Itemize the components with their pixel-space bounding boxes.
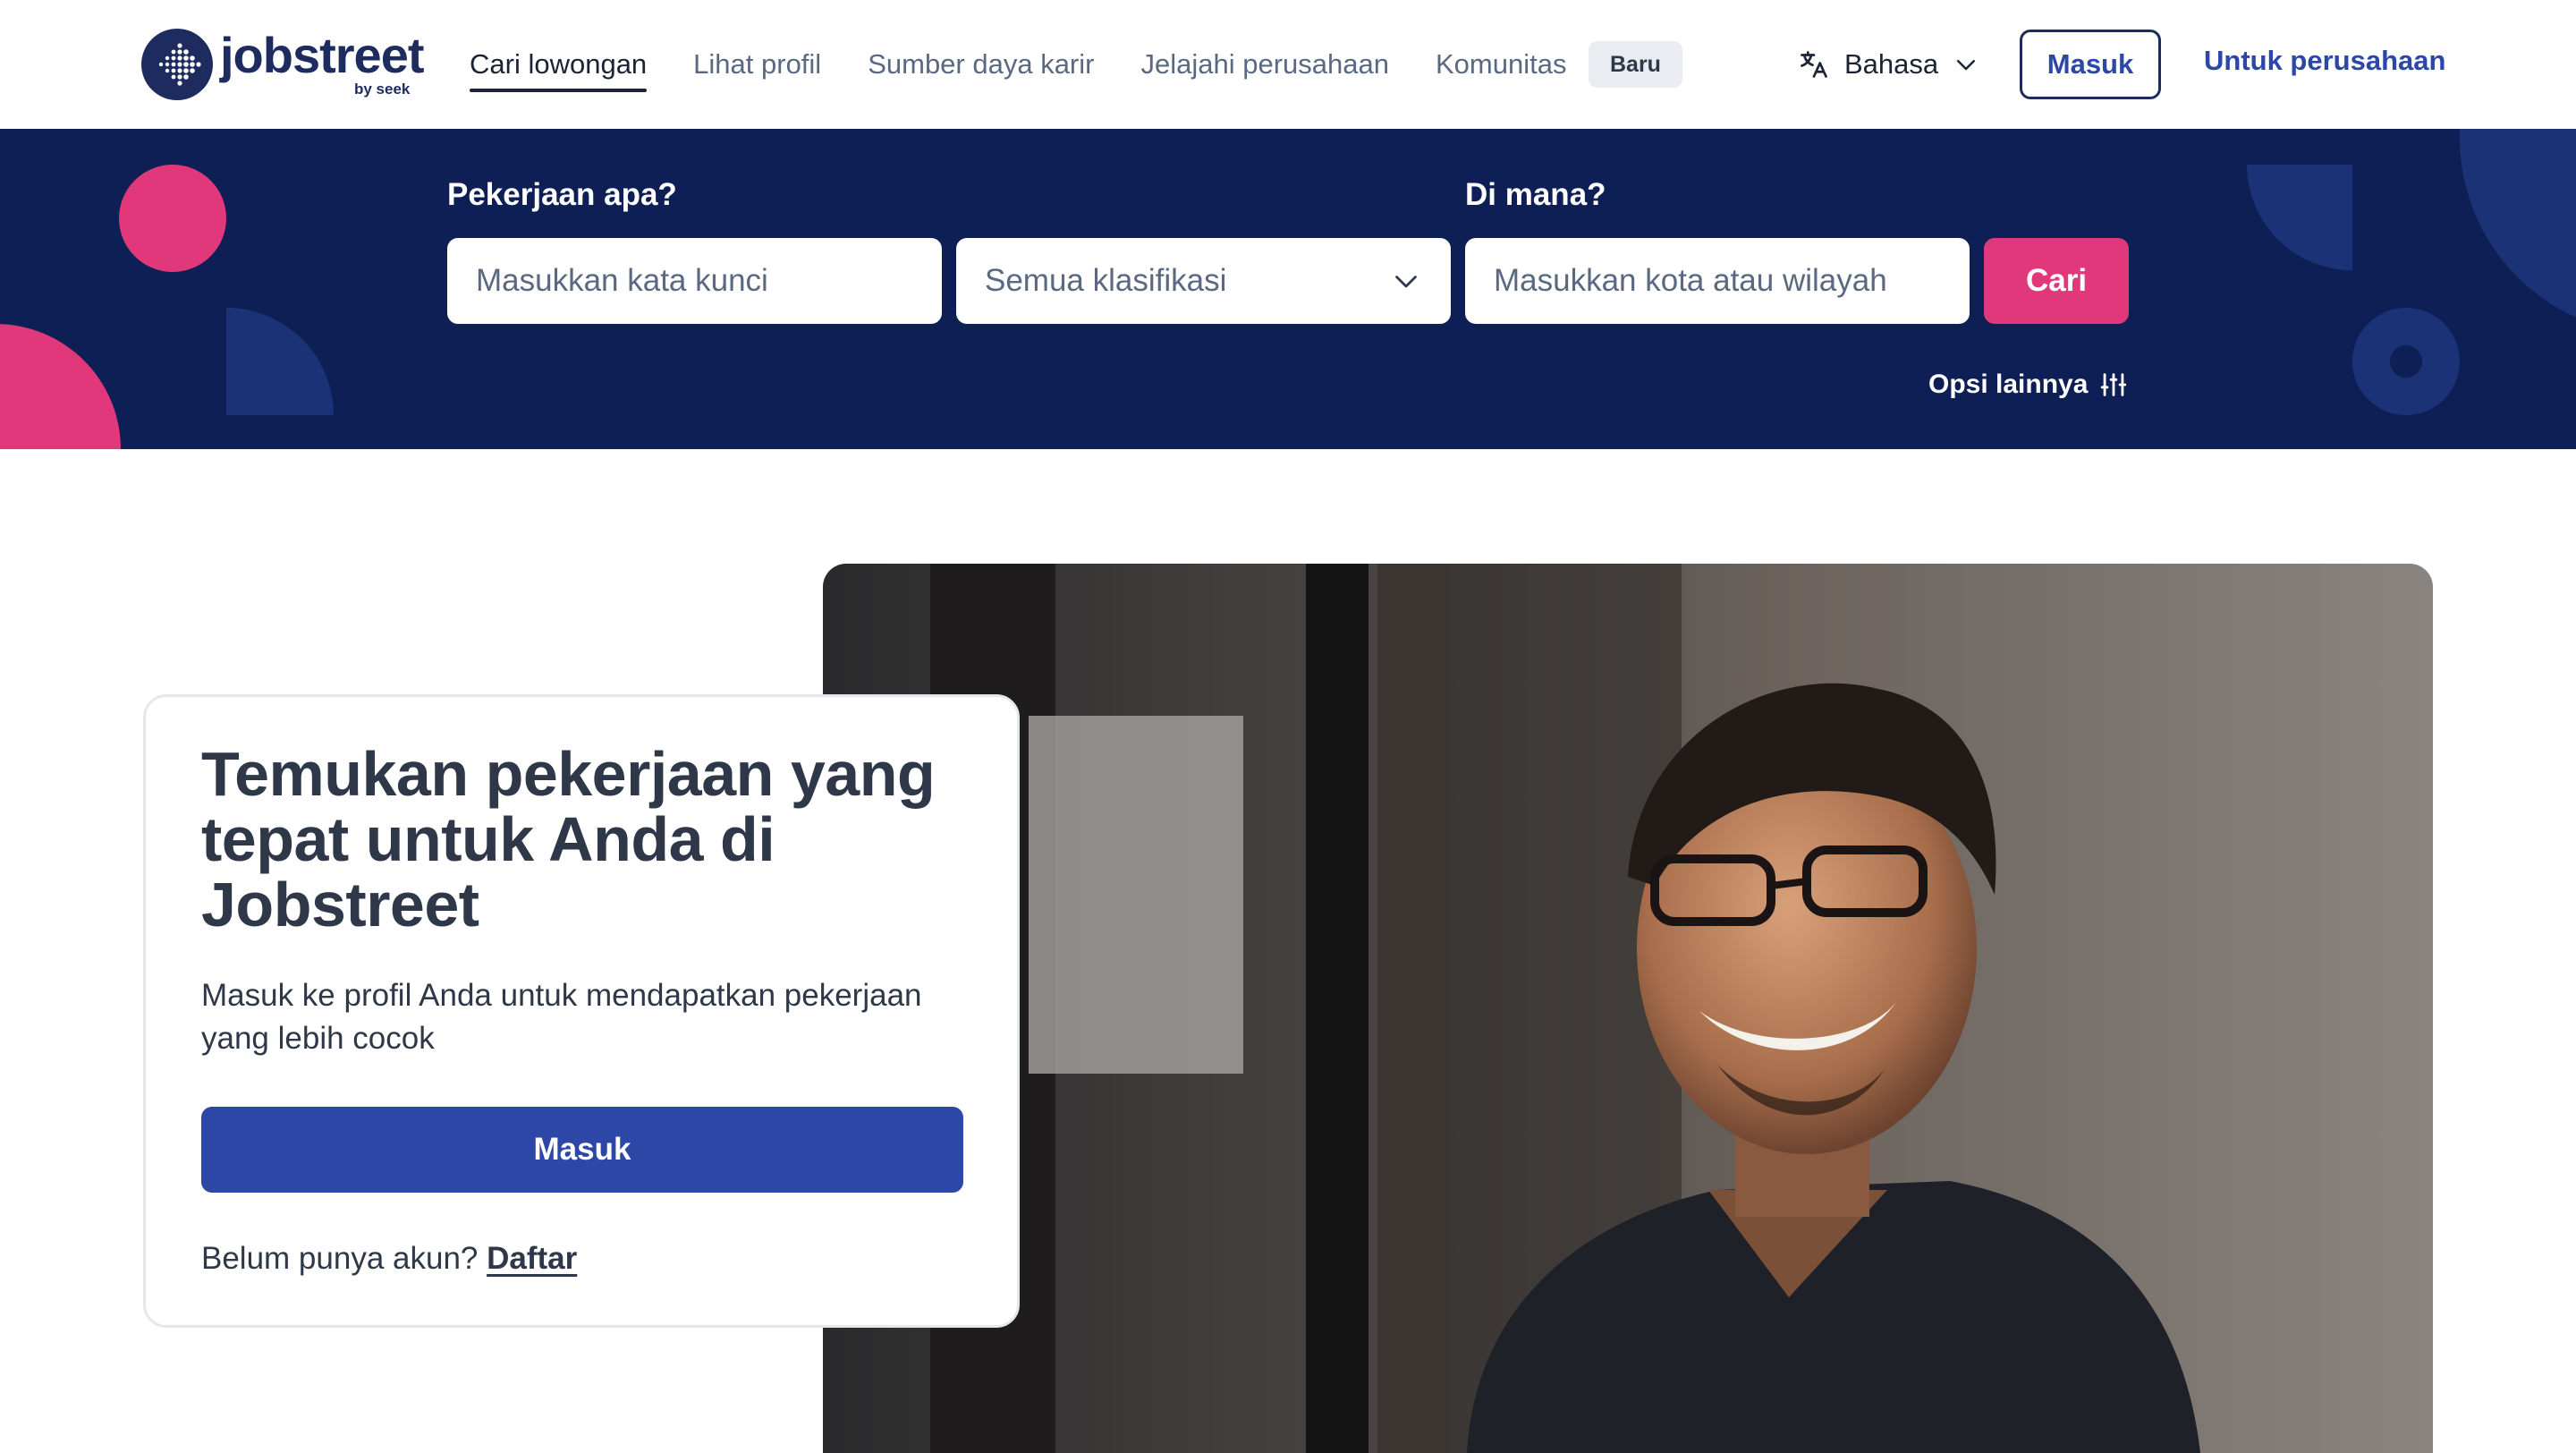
- signup-prompt-text: Belum punya akun?: [201, 1241, 479, 1276]
- signup-link[interactable]: Daftar: [487, 1241, 577, 1276]
- search-button[interactable]: Cari: [1984, 238, 2129, 324]
- chevron-down-icon: [1953, 51, 1979, 78]
- chevron-down-icon: [1390, 265, 1422, 297]
- sliders-icon: [2098, 370, 2129, 400]
- classification-select[interactable]: Semua klasifikasi: [956, 238, 1451, 324]
- hero-signin-button[interactable]: Masuk: [201, 1107, 963, 1193]
- language-label: Bahasa: [1844, 48, 1939, 80]
- location-input[interactable]: [1465, 238, 1970, 324]
- language-selector[interactable]: Bahasa: [1798, 39, 1979, 89]
- translate-icon: [1798, 48, 1830, 81]
- logo-byline: by seek: [354, 81, 411, 98]
- more-options-link[interactable]: Opsi lainnya: [1928, 363, 2129, 406]
- nav-cari-lowongan[interactable]: Cari lowongan: [470, 0, 648, 129]
- more-options-label: Opsi lainnya: [1928, 370, 2089, 399]
- jobstreet-logo-icon: [141, 29, 213, 100]
- what-label: Pekerjaan apa?: [447, 177, 677, 212]
- employer-link[interactable]: Untuk perusahaan: [2204, 45, 2445, 77]
- top-navigation: jobstreet by seek Cari lowongan Lihat pr…: [0, 0, 2576, 129]
- classification-value: Semua klasifikasi: [985, 263, 1227, 298]
- signin-button[interactable]: Masuk: [2020, 30, 2161, 99]
- hero-subtitle: Masuk ke profil Anda untuk mendapatkan p…: [201, 978, 922, 1056]
- nav-sumber-daya-karir[interactable]: Sumber daya karir: [868, 0, 1094, 129]
- new-badge: Baru: [1589, 41, 1682, 88]
- hero-card: Temukan pekerjaan yang tepat untuk Anda …: [143, 694, 1020, 1328]
- hero-title: Temukan pekerjaan yang tepat untuk Anda …: [201, 739, 936, 939]
- main-nav: Cari lowongan Lihat profil Sumber daya k…: [470, 0, 1613, 129]
- keyword-input[interactable]: [447, 238, 942, 324]
- signup-prompt: Belum punya akun? Daftar: [201, 1241, 577, 1277]
- search-band: Pekerjaan apa? Semua klasifikasi Di mana…: [0, 129, 2576, 449]
- nav-komunitas[interactable]: Komunitas: [1436, 0, 1566, 129]
- hero-photo: [823, 564, 2433, 1453]
- nav-lihat-profil[interactable]: Lihat profil: [693, 0, 821, 129]
- jobstreet-logo[interactable]: jobstreet by seek: [141, 27, 424, 102]
- nav-jelajahi-perusahaan[interactable]: Jelajahi perusahaan: [1140, 0, 1389, 129]
- logo-wordmark: jobstreet: [220, 27, 424, 83]
- where-label: Di mana?: [1465, 177, 1606, 212]
